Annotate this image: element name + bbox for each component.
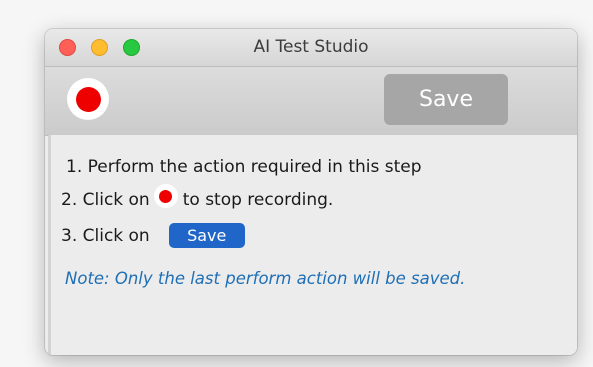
instruction-step-1: 1. Perform the action required in this s…	[66, 157, 422, 177]
record-dot-icon	[159, 189, 173, 203]
window-title: AI Test Studio	[253, 37, 369, 57]
instruction-step-2-suffix: to stop recording.	[182, 190, 334, 210]
record-button[interactable]	[67, 78, 109, 120]
instruction-step-2: 2. Click on to stop recording.	[61, 184, 334, 212]
app-window: AI Test Studio Save 1. Perform the actio…	[45, 29, 577, 355]
inline-record-icon	[153, 184, 178, 208]
inline-save-badge: Save	[168, 223, 245, 248]
toolbar: Save	[45, 67, 577, 136]
instruction-step-1-text: 1. Perform the action required in this s…	[66, 157, 422, 177]
instruction-step-3-prefix: 3. Click on	[61, 225, 150, 246]
record-icon	[75, 86, 101, 112]
instruction-step-3: 3. Click on Save	[61, 223, 245, 248]
title-bar: AI Test Studio	[45, 29, 577, 67]
instruction-step-2-prefix: 2. Click on	[61, 190, 150, 210]
save-button[interactable]: Save	[384, 74, 508, 125]
instructions-panel: 1. Perform the action required in this s…	[48, 135, 577, 355]
note-text: Note: Only the last perform action will …	[65, 269, 466, 288]
